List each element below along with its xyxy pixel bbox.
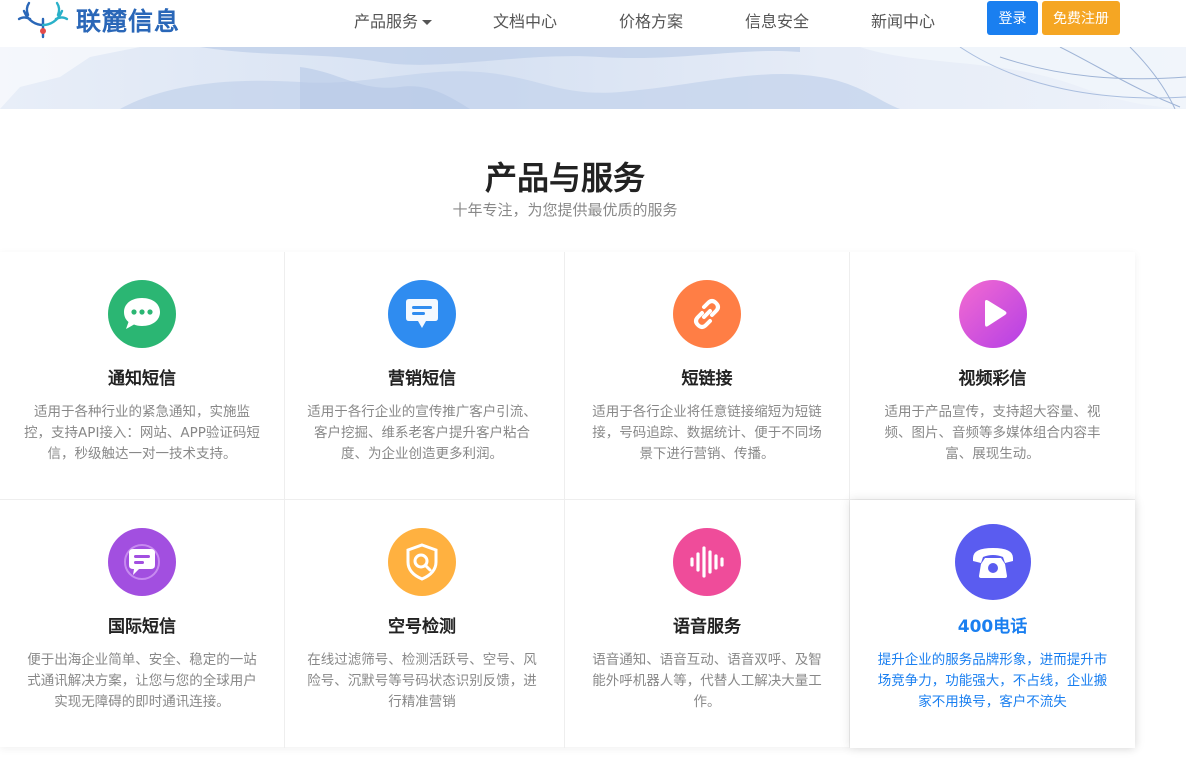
hero-banner [0, 47, 1186, 109]
chat-bubble-icon [108, 280, 176, 348]
card-title: 营销短信 [388, 369, 456, 389]
card-description: 适用于各行企业将任意链接缩短为短链接，号码追踪、数据统计、便于不同场景下进行营销… [592, 404, 822, 462]
card-title: 空号检测 [388, 617, 456, 637]
product-card-intl-sms[interactable]: 国际短信 便于出海企业简单、安全、稳定的一站式通讯解决方案，让您与您的全球用户实… [0, 500, 285, 748]
card-description: 便于出海企业简单、安全、稳定的一站式通讯解决方案，让您与您的全球用户实现无障碍的… [27, 652, 257, 710]
card-description: 提升企业的服务品牌形象，进而提升市场竞争力，功能强大，不占线，企业搬家不用换号，… [877, 652, 1108, 710]
play-icon [958, 280, 1027, 348]
product-card-voice[interactable]: 语音服务 语音通知、语音互动、语音双呼、及智能外呼机器人等，代替人工解决大量工作… [565, 500, 850, 748]
product-card-notify-sms[interactable]: 通知短信 适用于各种行业的紧急通知，实施监控，支持API接入：网站、APP验证码… [0, 252, 285, 500]
card-title: 通知短信 [108, 369, 176, 389]
world-map-graphic [0, 47, 1186, 109]
brand-name: 联麓信息 [76, 7, 181, 36]
link-icon [673, 280, 741, 348]
logo[interactable]: 联麓信息 [16, 0, 180, 40]
nav-item-news[interactable]: 新闻中心 [871, 8, 935, 32]
card-description: 适用于各种行业的紧急通知，实施监控，支持API接入：网站、APP验证码短信，秒级… [24, 404, 260, 462]
product-grid: 通知短信 适用于各种行业的紧急通知，实施监控，支持API接入：网站、APP验证码… [0, 252, 1135, 748]
telephone-icon [954, 524, 1031, 600]
product-card-400-phone[interactable]: 400电话 提升企业的服务品牌形象，进而提升市场竞争力，功能强大，不占线，企业搬… [850, 500, 1135, 748]
nav-item-pricing[interactable]: 价格方案 [619, 8, 683, 32]
card-title: 400电话 [957, 617, 1028, 637]
shield-search-icon [388, 528, 456, 596]
card-title: 语音服务 [673, 617, 741, 637]
register-button[interactable]: 免费注册 [1042, 1, 1120, 35]
product-card-short-link[interactable]: 短链接 适用于各行企业将任意链接缩短为短链接，号码追踪、数据统计、便于不同场景下… [565, 252, 850, 500]
card-description: 适用于各行企业的宣传推广客户引流、客户挖掘、维系老客户提升客户粘合度、为企业创造… [307, 404, 537, 462]
product-card-video-mms[interactable]: 视频彩信 适用于产品宣传，支持超大容量、视频、图片、音频等多媒体组合内容丰富、展… [850, 252, 1135, 500]
card-description: 在线过滤筛号、检测活跃号、空号、风险号、沉默号等号码状态识别反馈，进行精准营销 [307, 652, 537, 710]
nav-item-security[interactable]: 信息安全 [745, 8, 809, 32]
card-title: 视频彩信 [958, 369, 1027, 389]
nav-item-docs[interactable]: 文档中心 [493, 8, 557, 32]
caret-down-icon [422, 20, 433, 25]
product-card-number-check[interactable]: 空号检测 在线过滤筛号、检测活跃号、空号、风险号、沉默号等号码状态识别反馈，进行… [280, 500, 565, 748]
message-icon [388, 280, 456, 348]
card-title: 国际短信 [108, 617, 176, 637]
product-card-marketing-sms[interactable]: 营销短信 适用于各行企业的宣传推广客户引流、客户挖掘、维系老客户提升客户粘合度、… [280, 252, 565, 500]
section-subtitle: 十年专注，为您提供最优质的服务 [452, 201, 678, 219]
voice-wave-icon [673, 528, 741, 596]
login-button[interactable]: 登录 [987, 1, 1038, 35]
antler-logo-icon [17, 1, 69, 39]
header: 联麓信息 产品服务 文档中心 价格方案 信息安全 新闻中心 登录 免费注册 [0, 0, 1186, 47]
card-description: 适用于产品宣传，支持超大容量、视频、图片、音频等多媒体组合内容丰富、展现生动。 [884, 404, 1101, 462]
card-description: 语音通知、语音互动、语音双呼、及智能外呼机器人等，代替人工解决大量工作。 [592, 652, 822, 710]
nav-item-label: 产品服务 [354, 12, 419, 31]
nav-item-products[interactable]: 产品服务 [354, 8, 433, 32]
card-title: 短链接 [681, 369, 733, 389]
section-title: 产品与服务 [484, 159, 645, 197]
globe-message-icon [108, 528, 176, 596]
